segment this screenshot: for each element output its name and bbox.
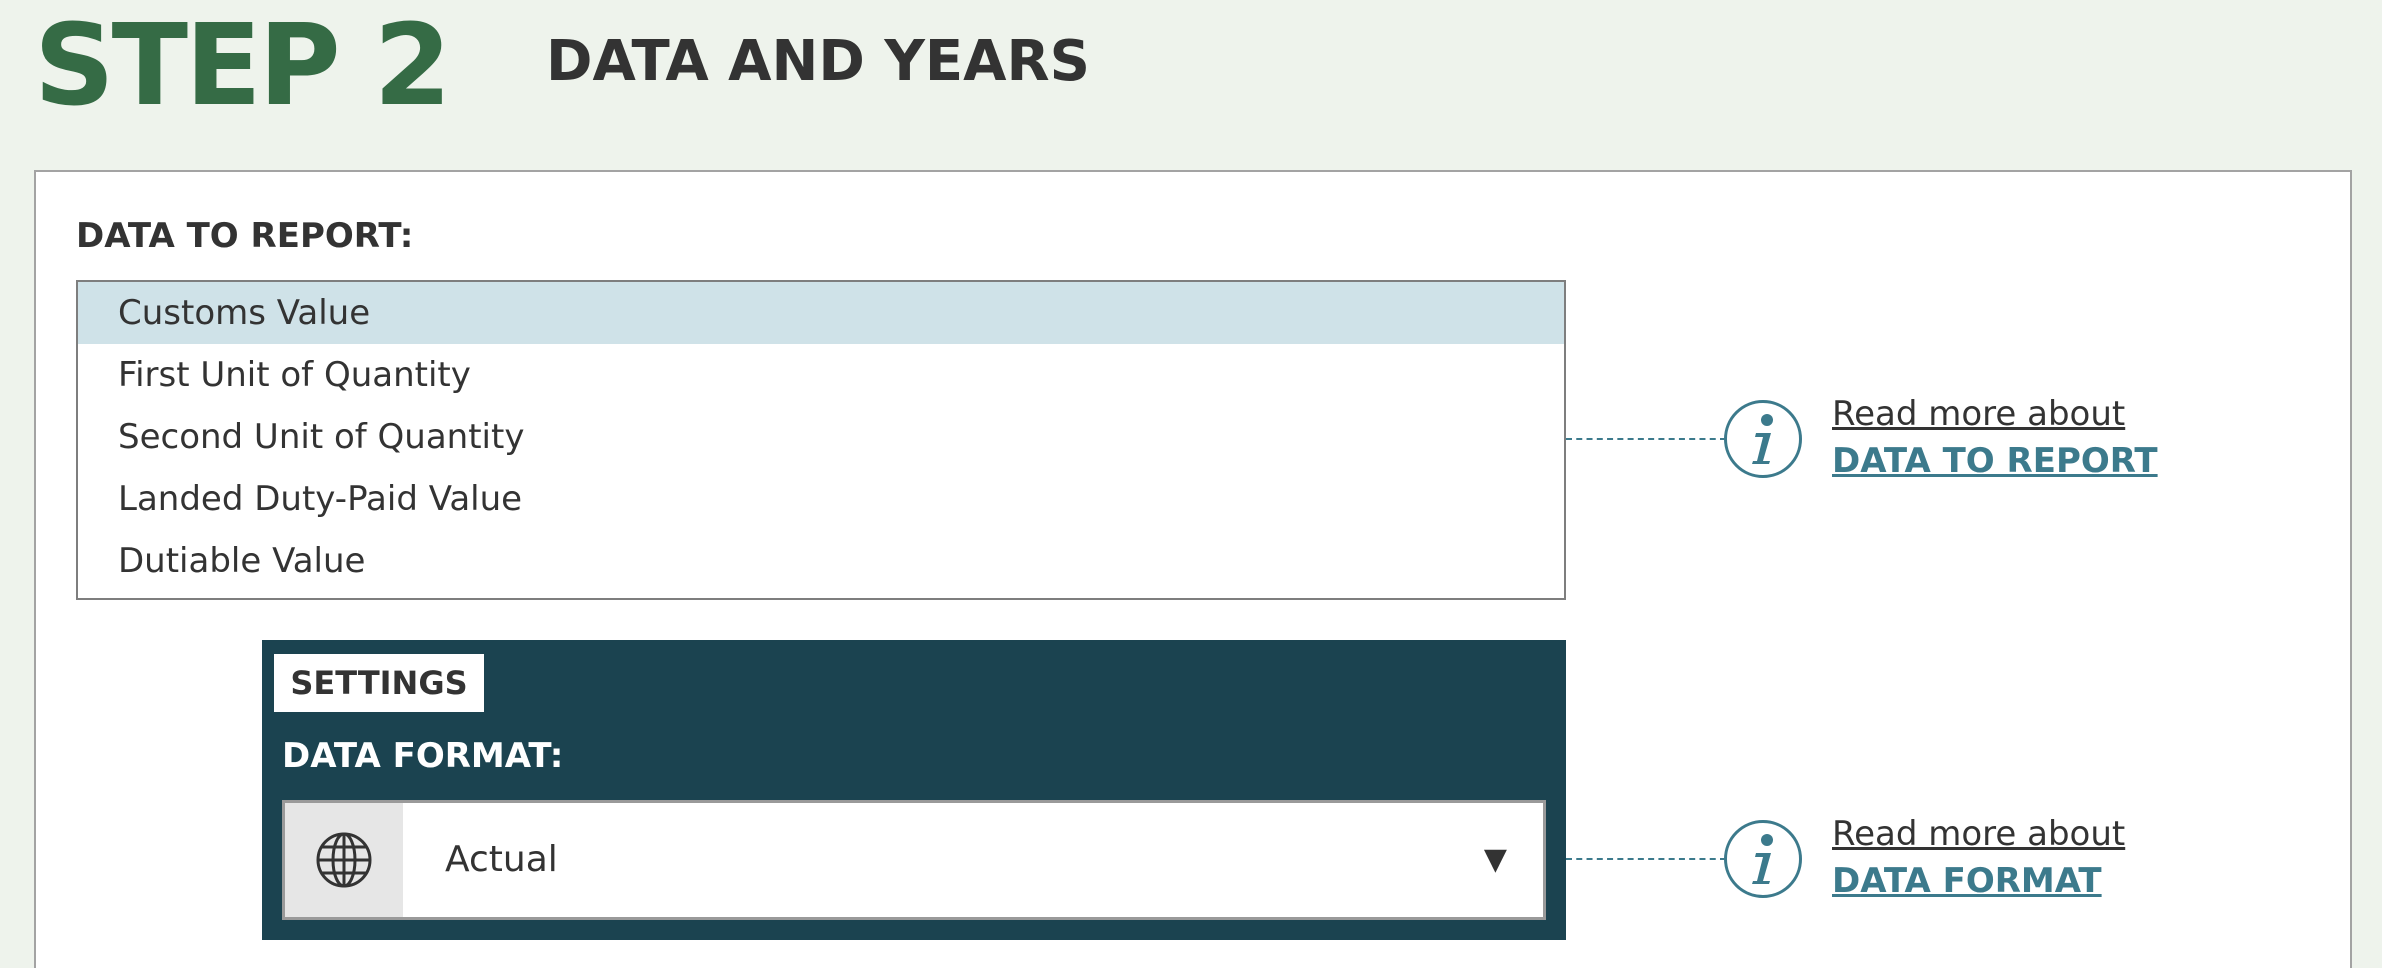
read-more-data-to-report-link[interactable]: Read more about DATA TO REPORT: [1832, 392, 2158, 486]
step-title: DATA AND YEARS: [546, 29, 1090, 94]
listbox-option-dutiable-value[interactable]: Dutiable Value: [78, 530, 1564, 592]
listbox-option-customs-value[interactable]: Customs Value: [78, 282, 1564, 344]
data-to-report-listbox[interactable]: Customs Value First Unit of Quantity Sec…: [76, 280, 1566, 600]
info-icon[interactable]: [1724, 820, 1802, 898]
read-more-topic: DATA FORMAT: [1832, 861, 2102, 901]
listbox-option-first-unit-of-quantity[interactable]: First Unit of Quantity: [78, 344, 1564, 406]
settings-panel: SETTINGS DATA FORMAT: Actual ▼: [262, 640, 1566, 940]
read-more-text: Read more about: [1832, 394, 2126, 434]
data-to-report-label: DATA TO REPORT:: [76, 216, 414, 256]
data-format-label: DATA FORMAT:: [282, 736, 564, 776]
step-number: STEP 2: [34, 1, 452, 131]
info-connector-line: [1566, 858, 1726, 860]
globe-icon: [285, 803, 403, 917]
read-more-data-format-link[interactable]: Read more about DATA FORMAT: [1832, 812, 2125, 906]
data-format-value: Actual: [445, 839, 558, 880]
info-connector-line: [1566, 438, 1726, 440]
read-more-text: Read more about: [1832, 814, 2126, 854]
settings-tag: SETTINGS: [274, 654, 484, 712]
listbox-option-second-unit-of-quantity[interactable]: Second Unit of Quantity: [78, 406, 1564, 468]
info-icon[interactable]: [1724, 400, 1802, 478]
page: STEP 2 DATA AND YEARS DATA TO REPORT: Cu…: [0, 0, 2382, 968]
read-more-topic: DATA TO REPORT: [1832, 441, 2158, 481]
chevron-down-icon: ▼: [1483, 842, 1507, 877]
data-format-select[interactable]: Actual ▼: [282, 800, 1546, 920]
listbox-option-landed-duty-paid-value[interactable]: Landed Duty-Paid Value: [78, 468, 1564, 530]
